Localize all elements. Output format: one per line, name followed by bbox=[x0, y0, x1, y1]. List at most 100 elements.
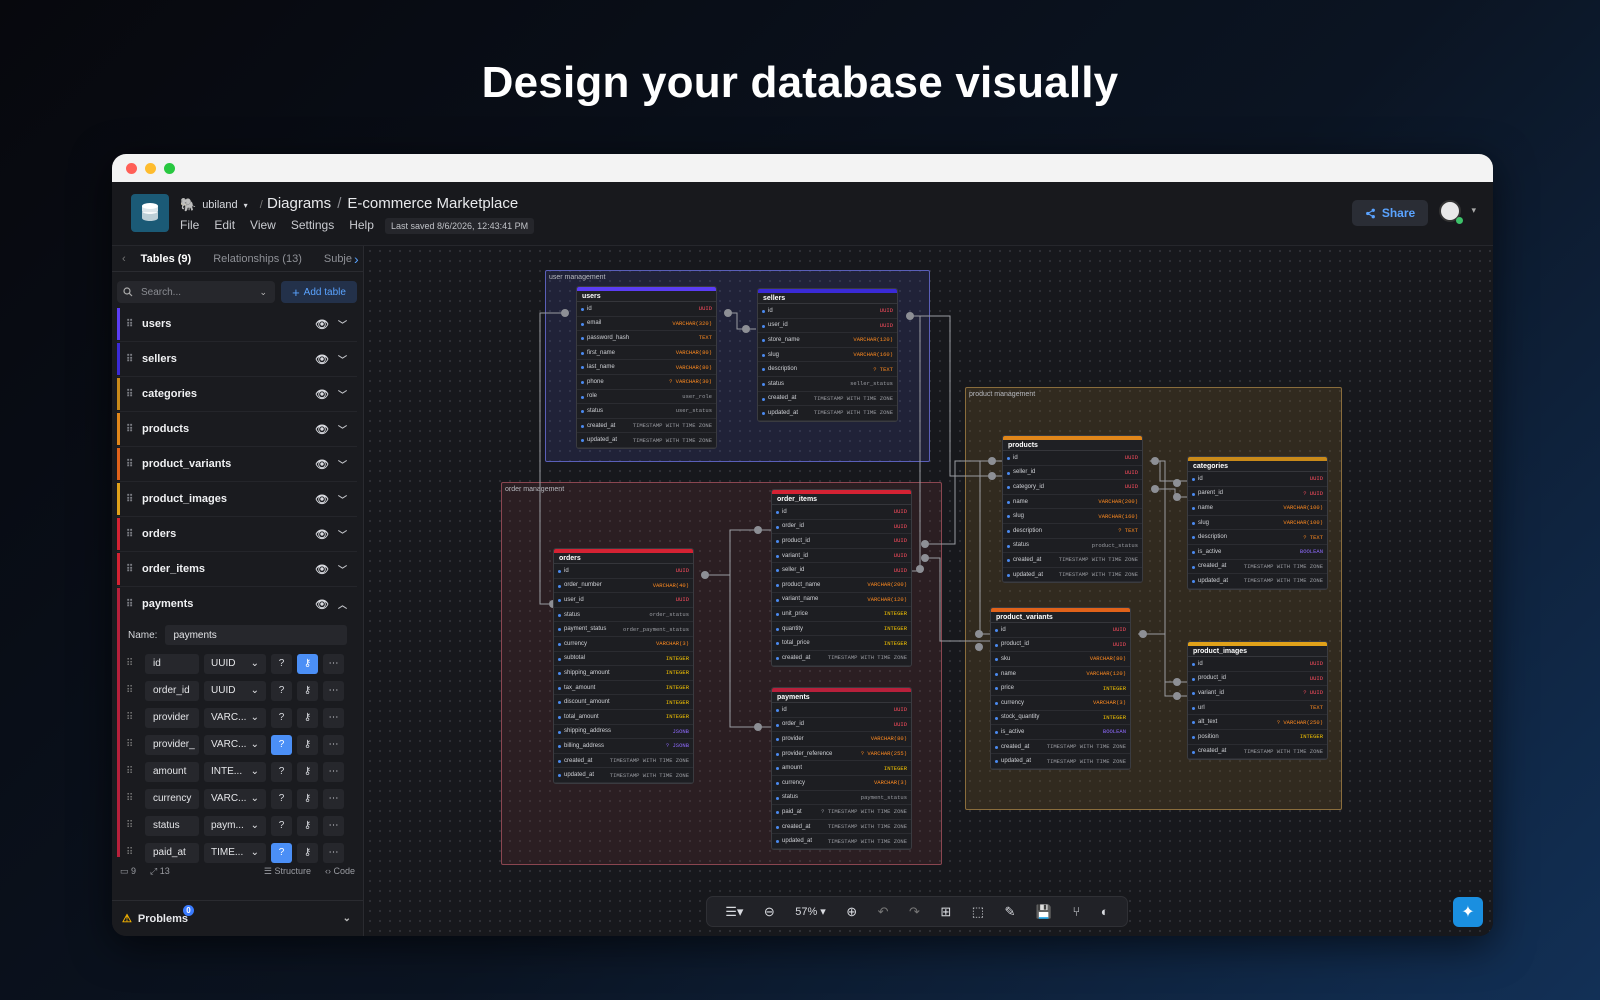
diagram-field[interactable]: shipping_amount INTEGER bbox=[554, 666, 693, 681]
diagram-field[interactable]: updated_at TIMESTAMP WITH TIME ZONE bbox=[772, 834, 911, 849]
diagram-field[interactable]: name VARCHAR(100) bbox=[1188, 501, 1327, 516]
zoom-level[interactable]: 57% ▾ bbox=[795, 905, 826, 918]
sidebar-item-payments[interactable]: ⠿ payments 👁 ︿ bbox=[117, 587, 357, 622]
drag-handle-icon[interactable]: ⠿ bbox=[126, 424, 142, 435]
app-logo[interactable] bbox=[131, 194, 169, 232]
sidebar-item-orders[interactable]: ⠿ orders 👁 ﹀ bbox=[117, 517, 357, 552]
diagram-field[interactable]: status order_status bbox=[554, 608, 693, 623]
diagram-field[interactable]: currency VARCHAR(3) bbox=[772, 776, 911, 791]
chevron-right-icon[interactable]: › bbox=[354, 251, 359, 267]
diagram-field[interactable]: category_id UUID bbox=[1003, 480, 1142, 495]
diagram-field[interactable]: order_number VARCHAR(40) bbox=[554, 579, 693, 594]
eye-icon[interactable]: 👁 bbox=[315, 388, 329, 401]
drag-handle-icon[interactable]: ⠿ bbox=[126, 739, 140, 750]
sidebar-item-order-items[interactable]: ⠿ order_items 👁 ﹀ bbox=[117, 552, 357, 587]
field-type-select[interactable]: VARC... ⌄ bbox=[204, 734, 266, 755]
undo-icon[interactable]: ↶ bbox=[878, 904, 889, 920]
diagram-field[interactable]: created_at TIMESTAMP WITH TIME ZONE bbox=[772, 820, 911, 835]
diagram-table-users[interactable]: users id UUID email VARCHAR(320) password_has… bbox=[576, 286, 717, 449]
more-options-icon[interactable]: ⋯ bbox=[323, 788, 344, 809]
chevron-down-icon[interactable]: ﹀ bbox=[338, 528, 347, 541]
diagram-field[interactable]: updated_at TIMESTAMP WITH TIME ZONE bbox=[758, 406, 897, 421]
drag-handle-icon[interactable]: ⠿ bbox=[126, 319, 142, 330]
field-type-select[interactable]: UUID ⌄ bbox=[204, 653, 266, 674]
drag-handle-icon[interactable]: ⠿ bbox=[126, 712, 140, 723]
key-icon[interactable]: ⚷ bbox=[297, 842, 318, 863]
add-area-icon[interactable]: ⬚ bbox=[972, 904, 984, 920]
diagram-field[interactable]: slug VARCHAR(160) bbox=[1003, 509, 1142, 524]
diagram-field[interactable]: id UUID bbox=[1188, 472, 1327, 487]
diagram-field[interactable]: payment_status order_payment_status bbox=[554, 622, 693, 637]
diagram-field[interactable]: product_name VARCHAR(200) bbox=[772, 578, 911, 593]
link-orders-payments[interactable] bbox=[705, 574, 771, 728]
diagram-field[interactable]: created_at TIMESTAMP WITH TIME ZONE bbox=[577, 419, 716, 434]
nullable-toggle[interactable]: ? bbox=[271, 788, 292, 809]
drag-handle-icon[interactable]: ⠿ bbox=[126, 685, 140, 696]
more-options-icon[interactable]: ⋯ bbox=[323, 707, 344, 728]
diagram-table-payments[interactable]: payments id UUID order_id UUID provider VARCHA… bbox=[771, 687, 912, 850]
ai-assistant-button[interactable]: ✦ bbox=[1453, 897, 1483, 927]
nullable-toggle[interactable]: ? bbox=[271, 707, 292, 728]
drag-handle-icon[interactable]: ⠿ bbox=[126, 820, 140, 831]
diagram-field[interactable]: description ? TEXT bbox=[758, 362, 897, 377]
diagram-field[interactable]: total_price INTEGER bbox=[772, 636, 911, 651]
more-options-icon[interactable]: ⋯ bbox=[323, 761, 344, 782]
diagram-field[interactable]: status seller_status bbox=[758, 377, 897, 392]
diagram-field[interactable]: unit_price INTEGER bbox=[772, 607, 911, 622]
field-type-select[interactable]: VARC... ⌄ bbox=[204, 788, 266, 809]
redo-icon[interactable]: ↷ bbox=[909, 904, 920, 920]
diagram-field[interactable]: parent_id ? UUID bbox=[1188, 487, 1327, 502]
chevron-down-icon[interactable]: ﹀ bbox=[338, 423, 347, 436]
diagram-field[interactable]: created_at TIMESTAMP WITH TIME ZONE bbox=[758, 392, 897, 407]
diagram-canvas[interactable]: user management order management product… bbox=[365, 246, 1493, 936]
drag-handle-icon[interactable]: ⠿ bbox=[126, 389, 142, 400]
diagram-field[interactable]: id UUID bbox=[1003, 451, 1142, 466]
diagram-field[interactable]: user_id UUID bbox=[758, 319, 897, 334]
diagram-field[interactable]: variant_id UUID bbox=[772, 549, 911, 564]
chevron-down-icon[interactable]: ﹀ bbox=[338, 493, 347, 506]
add-table-button[interactable]: + Add table bbox=[281, 281, 357, 303]
diagram-field[interactable]: created_at TIMESTAMP WITH TIME ZONE bbox=[1188, 745, 1327, 760]
menu-help[interactable]: Help bbox=[349, 218, 374, 232]
diagram-field[interactable]: order_id UUID bbox=[772, 718, 911, 733]
chevron-left-icon[interactable]: ‹ bbox=[118, 253, 130, 265]
diagram-table-product-images[interactable]: product_images id UUID product_id UUID varian… bbox=[1187, 641, 1328, 761]
field-name-input[interactable]: order_id bbox=[145, 680, 199, 701]
diagram-field[interactable]: description ? TEXT bbox=[1188, 530, 1327, 545]
diagram-field[interactable]: sku VARCHAR(80) bbox=[991, 652, 1130, 667]
eye-icon[interactable]: 👁 bbox=[315, 318, 329, 331]
diagram-field[interactable]: currency VARCHAR(3) bbox=[554, 637, 693, 652]
diagram-field[interactable]: is_active BOOLEAN bbox=[991, 725, 1130, 740]
diagram-field[interactable]: slug VARCHAR(100) bbox=[1188, 516, 1327, 531]
search-input[interactable]: Search... ⌄ bbox=[117, 281, 275, 303]
eye-icon[interactable]: 👁 bbox=[315, 353, 329, 366]
diagram-table-categories[interactable]: categories id UUID parent_id ? UUID name VARCH… bbox=[1187, 456, 1328, 590]
diagram-field[interactable]: created_at TIMESTAMP WITH TIME ZONE bbox=[772, 651, 911, 666]
nullable-toggle[interactable]: ? bbox=[271, 653, 292, 674]
eye-icon[interactable]: 👁 bbox=[315, 423, 329, 436]
diagram-field[interactable]: tax_amount INTEGER bbox=[554, 681, 693, 696]
diagram-field[interactable]: created_at TIMESTAMP WITH TIME ZONE bbox=[1003, 553, 1142, 568]
field-type-select[interactable]: TIME... ⌄ bbox=[204, 842, 266, 863]
diagram-field[interactable]: alt_text ? VARCHAR(250) bbox=[1188, 715, 1327, 730]
diagram-field[interactable]: slug VARCHAR(160) bbox=[758, 348, 897, 363]
chevron-up-icon[interactable]: ︿ bbox=[338, 598, 347, 611]
sidebar-item-sellers[interactable]: ⠿ sellers 👁 ﹀ bbox=[117, 342, 357, 377]
problems-panel-toggle[interactable]: ⚠ Problems 0 ⌄ bbox=[112, 900, 363, 936]
key-icon[interactable]: ⚷ bbox=[297, 815, 318, 836]
diagram-field[interactable]: status user_status bbox=[577, 404, 716, 419]
more-options-icon[interactable]: ⋯ bbox=[323, 842, 344, 863]
diagram-field[interactable]: paid_at ? TIMESTAMP WITH TIME ZONE bbox=[772, 805, 911, 820]
diagram-table-orders[interactable]: orders id UUID order_number VARCHAR(40) user_… bbox=[553, 548, 694, 784]
key-icon[interactable]: ⚷ bbox=[297, 707, 318, 728]
key-icon[interactable]: ⚷ bbox=[297, 680, 318, 701]
diagram-field[interactable]: url TEXT bbox=[1188, 701, 1327, 716]
add-note-icon[interactable]: ✎ bbox=[1004, 904, 1015, 920]
more-options-icon[interactable]: ⋯ bbox=[323, 653, 344, 674]
menu-view[interactable]: View bbox=[250, 218, 276, 232]
nullable-toggle[interactable]: ? bbox=[271, 761, 292, 782]
field-type-select[interactable]: UUID ⌄ bbox=[204, 680, 266, 701]
link-products-images[interactable] bbox=[1150, 460, 1187, 697]
link-orders-order-items[interactable] bbox=[705, 529, 771, 576]
diagram-field[interactable]: product_id UUID bbox=[1188, 672, 1327, 687]
